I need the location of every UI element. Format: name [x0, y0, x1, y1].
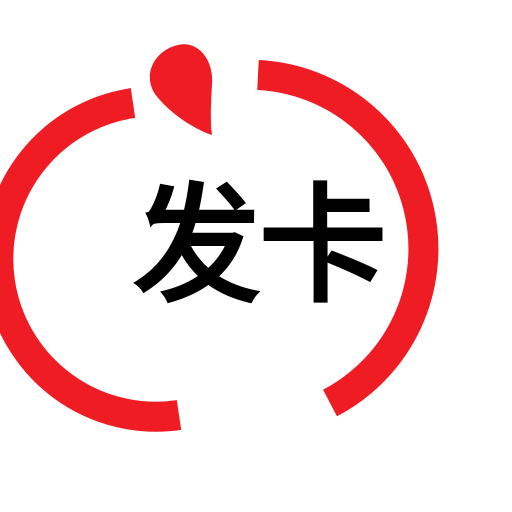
teardrop-accent	[149, 44, 213, 135]
logo-canvas: 发卡	[0, 0, 512, 512]
logo-text: 发卡	[132, 172, 387, 321]
